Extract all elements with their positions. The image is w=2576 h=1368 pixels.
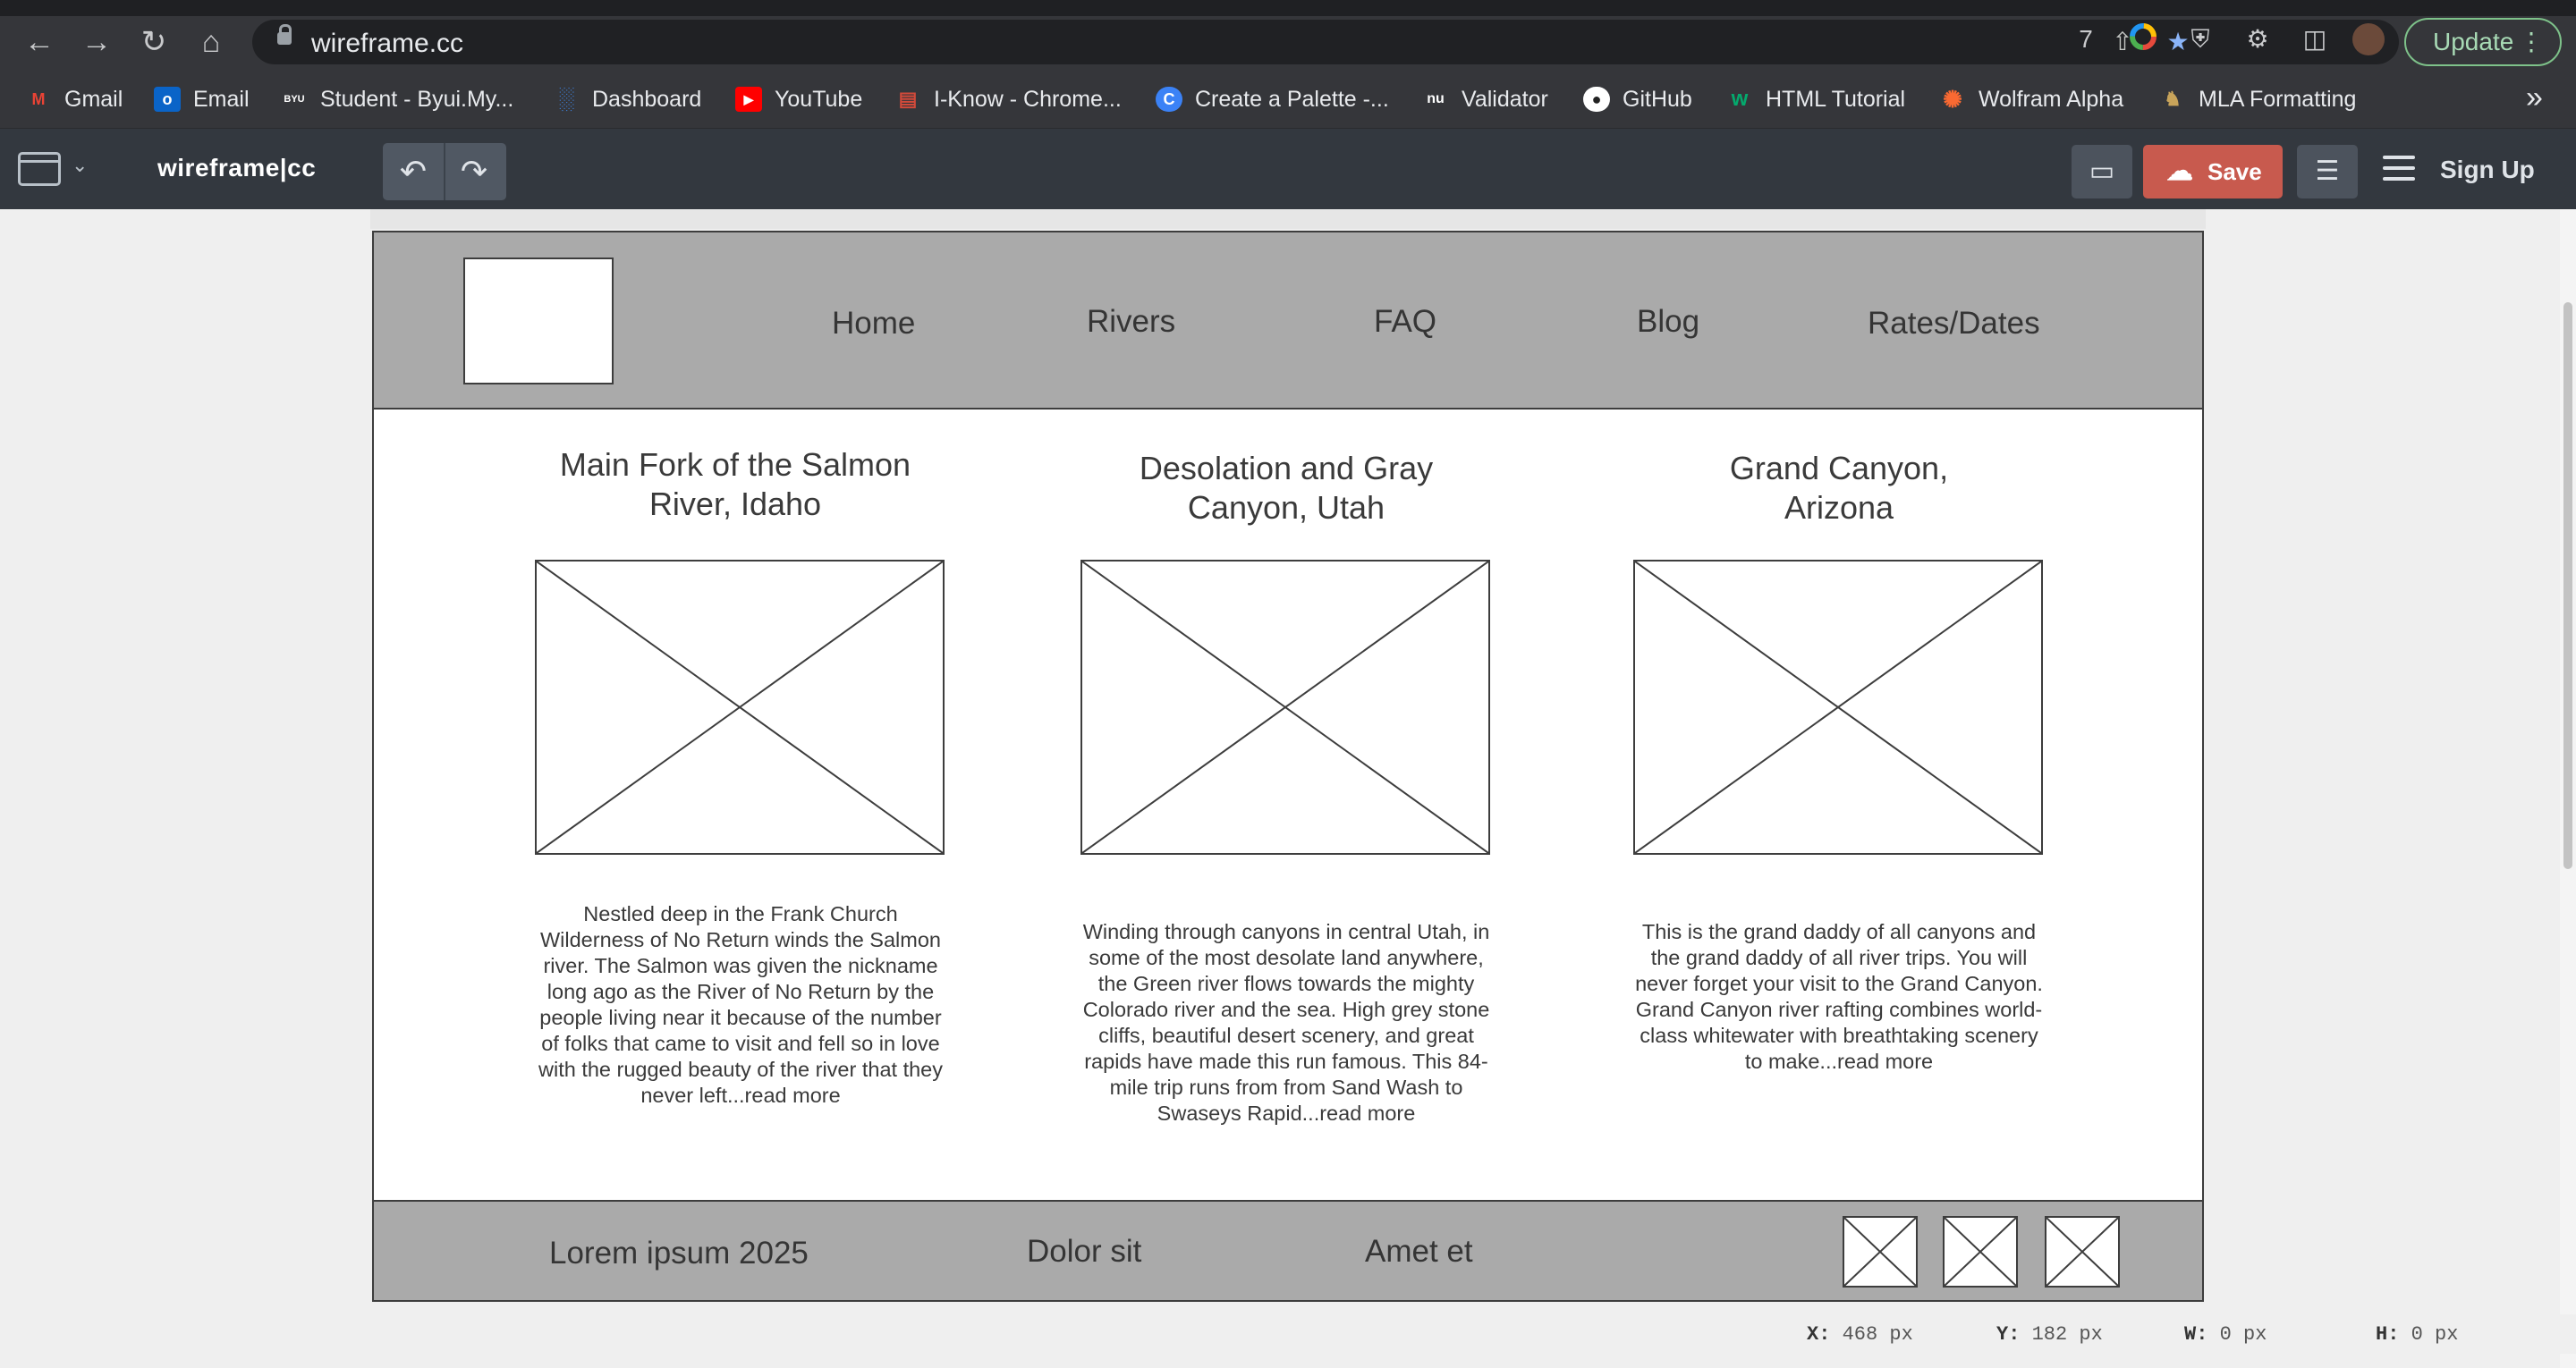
redo-icon[interactable]: ↷ bbox=[456, 154, 492, 190]
river-title[interactable]: Main Fork of the Salmon River, Idaho bbox=[530, 445, 941, 524]
iknow-icon: ▤ bbox=[898, 88, 918, 110]
side-panel-icon[interactable]: ◫ bbox=[2299, 23, 2331, 55]
sign-up-link[interactable]: Sign Up bbox=[2440, 156, 2535, 184]
undo-redo-group: ↶ ↷ bbox=[383, 143, 506, 200]
bookmark-html-tutorial[interactable]: w HTML Tutorial bbox=[1726, 84, 1905, 114]
bookmarks-bar: M Gmail o Email BYU Student - Byui.My... ░ D… bbox=[0, 68, 2576, 129]
comment-icon[interactable]: ▭ bbox=[2072, 145, 2132, 198]
more-vert-icon: ⋮ bbox=[2519, 28, 2544, 55]
extension-seven-icon[interactable]: 7 bbox=[2070, 23, 2102, 55]
nav-faq[interactable]: FAQ bbox=[1374, 304, 1436, 340]
river-title[interactable]: Grand Canyon, Arizona bbox=[1633, 449, 2045, 528]
purdue-icon: ♞ bbox=[2164, 88, 2182, 110]
bookmark-youtube[interactable]: ▶ YouTube bbox=[735, 84, 862, 114]
width-readout: W: 0 px bbox=[2184, 1323, 2267, 1346]
back-icon[interactable]: ← bbox=[21, 24, 57, 60]
byui-icon: BYU bbox=[284, 94, 305, 105]
undo-icon[interactable]: ↶ bbox=[395, 154, 431, 190]
bookmark-github[interactable]: ● GitHub bbox=[1583, 84, 1692, 114]
menu-icon[interactable] bbox=[2383, 156, 2415, 182]
chevron-down-icon[interactable]: ⌄ bbox=[72, 154, 88, 177]
github-icon: ● bbox=[1583, 87, 1610, 112]
bookmark-iknow[interactable]: ▤ I-Know - Chrome... bbox=[894, 84, 1122, 114]
color-wheel-extension-icon[interactable] bbox=[2127, 23, 2159, 55]
footer-text-2[interactable]: Dolor sit bbox=[1027, 1234, 1141, 1270]
wireframe-logo-placeholder[interactable] bbox=[463, 258, 614, 384]
outlook-icon: o bbox=[154, 87, 181, 112]
river-description[interactable]: Winding through canyons in central Utah,… bbox=[1080, 919, 1492, 1127]
river-description[interactable]: This is the grand daddy of all canyons a… bbox=[1633, 919, 2045, 1075]
scrollbar-thumb[interactable] bbox=[2563, 302, 2572, 869]
canvas-top-edge bbox=[370, 209, 2206, 229]
nav-home[interactable]: Home bbox=[832, 306, 915, 342]
bookmark-dashboard[interactable]: ░ Dashboard bbox=[553, 84, 701, 114]
height-readout: H: 0 px bbox=[2376, 1323, 2459, 1346]
youtube-icon: ▶ bbox=[735, 87, 762, 112]
footer-text-3[interactable]: Amet et bbox=[1365, 1234, 1473, 1270]
validator-icon: nu bbox=[1427, 91, 1445, 106]
forward-icon[interactable]: → bbox=[79, 24, 114, 60]
puzzle-extensions-icon[interactable]: ⚙ bbox=[2241, 23, 2274, 55]
wireframe-page[interactable]: Home Rivers FAQ Blog Rates/Dates Main Fo… bbox=[372, 231, 2204, 1302]
nav-rivers[interactable]: Rivers bbox=[1087, 304, 1175, 340]
update-label: Update bbox=[2433, 28, 2514, 55]
browser-tabstrip bbox=[0, 0, 2576, 16]
cloud-upload-icon: ☁ bbox=[2166, 156, 2193, 186]
dashboard-icon: ░ bbox=[558, 87, 574, 111]
river-title[interactable]: Desolation and Gray Canyon, Utah bbox=[1080, 449, 1492, 528]
reload-icon[interactable]: ↻ bbox=[136, 24, 172, 60]
bookmark-wolfram-alpha[interactable]: ✺ Wolfram Alpha bbox=[1939, 84, 2123, 114]
footer-social-placeholder[interactable] bbox=[2045, 1216, 2120, 1288]
save-label: Save bbox=[2207, 158, 2262, 185]
app-toolbar: ⌄ wireframe|cc ↶ ↷ ▭ ☁ Save ☰ Sign Up bbox=[0, 129, 2576, 209]
profile-avatar[interactable] bbox=[2352, 23, 2385, 55]
save-button[interactable]: ☁ Save bbox=[2143, 145, 2283, 198]
w3schools-icon: w bbox=[1731, 87, 1749, 111]
footer-social-placeholder[interactable] bbox=[1943, 1216, 2018, 1288]
bookmark-mla-formatting[interactable]: ♞ MLA Formatting bbox=[2159, 84, 2356, 114]
bookmark-student-byui[interactable]: BYU Student - Byui.My... bbox=[281, 84, 513, 114]
window-icon[interactable] bbox=[18, 152, 61, 186]
app-brand[interactable]: wireframe|cc bbox=[157, 154, 316, 182]
wolfram-icon: ✺ bbox=[1943, 86, 1962, 113]
gmail-icon: M bbox=[31, 90, 46, 108]
image-placeholder[interactable] bbox=[1633, 560, 2043, 855]
nav-rates-dates[interactable]: Rates/Dates bbox=[1868, 306, 2040, 342]
shield-extension-icon[interactable]: ⛨ bbox=[2184, 23, 2216, 55]
wireframe-footer[interactable]: Lorem ipsum 2025 Dolor sit Amet et bbox=[374, 1200, 2202, 1300]
address-url[interactable]: wireframe.cc bbox=[311, 29, 463, 59]
lock-icon bbox=[277, 24, 292, 45]
home-icon[interactable]: ⌂ bbox=[193, 24, 229, 60]
bookmark-create-palette[interactable]: C Create a Palette -... bbox=[1156, 84, 1389, 114]
y-coordinate: Y: 182 px bbox=[1996, 1323, 2103, 1346]
wireframe-header[interactable]: Home Rivers FAQ Blog Rates/Dates bbox=[374, 232, 2202, 410]
settings-sliders-icon[interactable]: ☰ bbox=[2297, 145, 2358, 198]
nav-blog[interactable]: Blog bbox=[1637, 304, 1699, 340]
image-placeholder[interactable] bbox=[1080, 560, 1490, 855]
palette-icon: C bbox=[1156, 87, 1182, 112]
river-description[interactable]: Nestled deep in the Frank Church Wildern… bbox=[535, 901, 946, 1109]
coordinates-statusbar: X: 468 px Y: 182 px W: 0 px H: 0 px bbox=[1798, 1314, 2576, 1354]
bookmarks-overflow-icon[interactable]: » bbox=[2526, 80, 2543, 115]
footer-social-placeholder[interactable] bbox=[1843, 1216, 1918, 1288]
undo-redo-divider bbox=[444, 143, 445, 200]
footer-text-1[interactable]: Lorem ipsum 2025 bbox=[549, 1236, 809, 1271]
update-button[interactable]: Update ⋮ bbox=[2404, 18, 2562, 66]
bookmark-gmail[interactable]: M Gmail bbox=[25, 84, 123, 114]
bookmark-validator[interactable]: nu Validator bbox=[1422, 84, 1548, 114]
image-placeholder[interactable] bbox=[535, 560, 945, 855]
bookmark-email[interactable]: o Email bbox=[154, 84, 250, 114]
x-coordinate: X: 468 px bbox=[1807, 1323, 1913, 1346]
